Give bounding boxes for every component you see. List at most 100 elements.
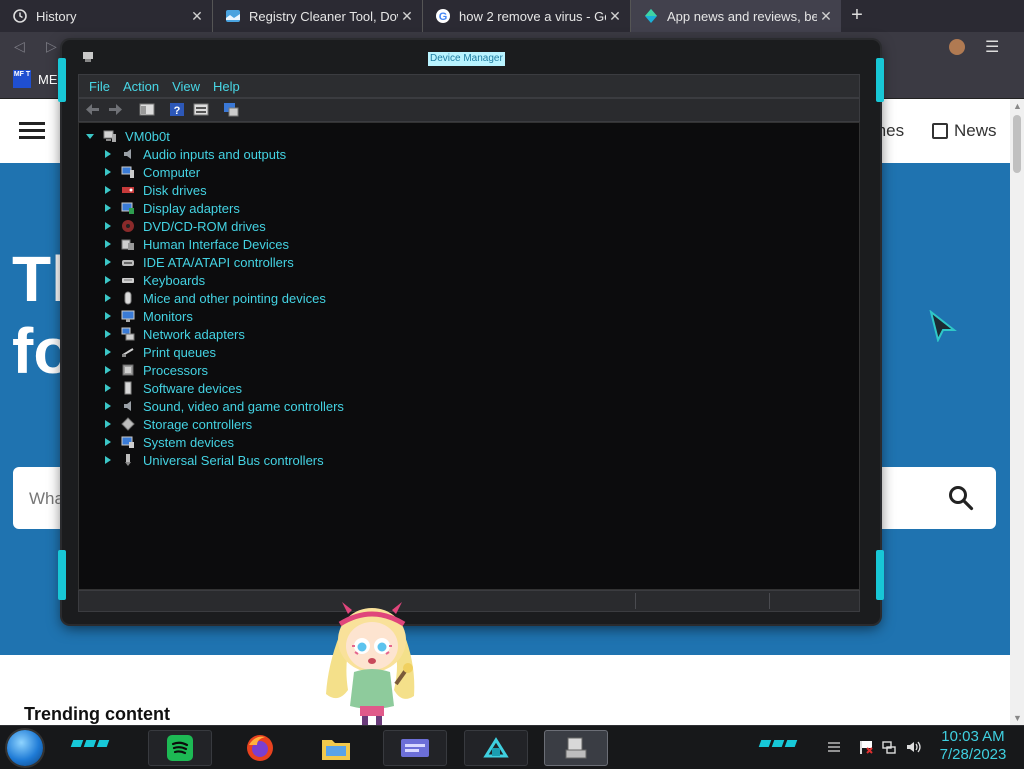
taskbar-control-panel-button[interactable] xyxy=(383,730,447,766)
search-icon[interactable] xyxy=(948,485,974,511)
device-category-item[interactable]: Monitors xyxy=(103,307,193,325)
expand-arrow-icon[interactable] xyxy=(103,149,113,159)
expand-arrow-icon[interactable] xyxy=(103,221,113,231)
back-arrow-icon[interactable]: ◁ xyxy=(14,38,25,55)
news-icon xyxy=(932,123,948,139)
window-frame-accent xyxy=(58,58,66,102)
back-arrow-icon[interactable] xyxy=(85,102,101,117)
clock-date: 7/28/2023 xyxy=(939,746,1007,763)
system-clock[interactable]: 10:03 AM 7/28/2023 xyxy=(935,728,1011,764)
scroll-up-icon[interactable]: ▲ xyxy=(1013,101,1022,111)
taskbar-spotify-button[interactable] xyxy=(148,730,212,766)
device-category-item[interactable]: Universal Serial Bus controllers xyxy=(103,451,324,469)
nav-news-link[interactable]: News xyxy=(932,121,997,141)
hamburger-menu-icon[interactable] xyxy=(19,122,45,140)
device-category-item[interactable]: Processors xyxy=(103,361,208,379)
network-icon[interactable] xyxy=(881,739,897,755)
show-hidden-icons-icon[interactable] xyxy=(826,739,842,755)
close-tab-icon[interactable]: ✕ xyxy=(606,8,624,25)
taskbar: 10:03 AM 7/28/2023 xyxy=(0,725,1024,769)
device-category-item[interactable]: Sound, video and game controllers xyxy=(103,397,344,415)
expand-arrow-icon[interactable] xyxy=(103,167,113,177)
expand-arrow-icon[interactable] xyxy=(103,293,113,303)
menu-action[interactable]: Action xyxy=(123,79,159,94)
device-category-item[interactable]: Keyboards xyxy=(103,271,205,289)
scroll-down-icon[interactable]: ▼ xyxy=(1013,713,1022,723)
svg-text:G: G xyxy=(439,11,448,23)
menu-help[interactable]: Help xyxy=(213,79,240,94)
device-category-item[interactable]: Display adapters xyxy=(103,199,240,217)
taskbar-device-manager-button[interactable] xyxy=(544,730,608,766)
device-manager-app-icon xyxy=(83,52,93,62)
tab-app-news[interactable]: App news and reviews, best ✕ xyxy=(631,0,841,32)
properties-icon[interactable] xyxy=(193,102,209,117)
device-category-item[interactable]: Storage controllers xyxy=(103,415,252,433)
device-category-item[interactable]: Software devices xyxy=(103,379,242,397)
close-tab-icon[interactable]: ✕ xyxy=(398,8,416,25)
expand-arrow-icon[interactable] xyxy=(103,311,113,321)
collapse-arrow-icon[interactable] xyxy=(85,131,95,141)
expand-arrow-icon[interactable] xyxy=(103,239,113,249)
taskbar-explorer-button[interactable] xyxy=(304,730,368,766)
menu-view[interactable]: View xyxy=(172,79,200,94)
forward-arrow-icon[interactable]: ▷ xyxy=(46,38,57,55)
device-category-item[interactable]: IDE ATA/ATAPI controllers xyxy=(103,253,294,271)
device-category-item[interactable]: System devices xyxy=(103,433,234,451)
account-avatar[interactable] xyxy=(949,39,965,55)
action-center-flag-icon[interactable] xyxy=(858,739,874,755)
page-scrollbar[interactable]: ▲ ▼ xyxy=(1010,99,1024,725)
device-category-item[interactable]: Network adapters xyxy=(103,325,245,343)
software-device-icon xyxy=(124,381,132,395)
forward-arrow-icon[interactable] xyxy=(107,102,123,117)
device-category-item[interactable]: Print queues xyxy=(103,343,216,361)
device-category-item[interactable]: Disk drives xyxy=(103,181,207,199)
expand-arrow-icon[interactable] xyxy=(103,257,113,267)
status-bar xyxy=(78,590,860,612)
device-category-item[interactable]: Computer xyxy=(103,163,200,181)
clock-time: 10:03 AM xyxy=(941,728,1005,745)
tab-google-search[interactable]: G how 2 remove a virus - Goo ✕ xyxy=(423,0,631,32)
mouse-icon xyxy=(124,291,132,305)
tab-history[interactable]: History ✕ xyxy=(0,0,213,32)
menu-file[interactable]: File xyxy=(89,79,110,94)
expand-arrow-icon[interactable] xyxy=(103,437,113,447)
expand-arrow-icon[interactable] xyxy=(103,185,113,195)
scrollbar-thumb[interactable] xyxy=(1013,115,1021,173)
expand-arrow-icon[interactable] xyxy=(103,383,113,393)
close-tab-icon[interactable]: ✕ xyxy=(817,8,835,25)
google-icon: G xyxy=(436,9,450,23)
device-category-label: Network adapters xyxy=(143,326,245,342)
device-category-item[interactable]: Mice and other pointing devices xyxy=(103,289,326,307)
close-tab-icon[interactable]: ✕ xyxy=(188,8,206,25)
expand-arrow-icon[interactable] xyxy=(103,419,113,429)
window-frame-accent xyxy=(58,550,66,600)
expand-arrow-icon[interactable] xyxy=(103,275,113,285)
device-category-item[interactable]: Human Interface Devices xyxy=(103,235,289,253)
menu-icon[interactable]: ☰ xyxy=(985,37,999,57)
tab-title: App news and reviews, best xyxy=(667,8,817,24)
scan-hardware-icon[interactable] xyxy=(223,102,239,117)
taskbar-network-app-button[interactable] xyxy=(464,730,528,766)
expand-arrow-icon[interactable] xyxy=(103,329,113,339)
site-favicon-icon xyxy=(645,9,657,23)
expand-arrow-icon[interactable] xyxy=(103,365,113,375)
expand-arrow-icon[interactable] xyxy=(103,455,113,465)
console-tree-icon[interactable] xyxy=(139,102,155,117)
device-manager-window[interactable]: Device Manager File Action View Help ? V… xyxy=(58,40,884,624)
printer-icon xyxy=(122,348,134,357)
desktop-mascot xyxy=(326,602,415,726)
device-category-item[interactable]: Audio inputs and outputs xyxy=(103,145,286,163)
help-icon[interactable]: ? xyxy=(169,102,185,117)
new-tab-button[interactable]: + xyxy=(846,4,868,26)
start-button[interactable] xyxy=(7,730,43,766)
device-category-label: Processors xyxy=(143,362,209,378)
volume-icon[interactable] xyxy=(905,739,921,755)
taskbar-firefox-button[interactable] xyxy=(228,730,292,766)
tree-root[interactable]: VM0b0t xyxy=(85,127,170,145)
device-category-item[interactable]: DVD/CD-ROM drives xyxy=(103,217,266,235)
tab-registry-cleaner[interactable]: Registry Cleaner Tool, Down ✕ xyxy=(213,0,423,32)
expand-arrow-icon[interactable] xyxy=(103,401,113,411)
device-tree[interactable]: VM0b0t Audio inputs and outputs Computer D… xyxy=(78,122,860,590)
expand-arrow-icon[interactable] xyxy=(103,347,113,357)
expand-arrow-icon[interactable] xyxy=(103,203,113,213)
